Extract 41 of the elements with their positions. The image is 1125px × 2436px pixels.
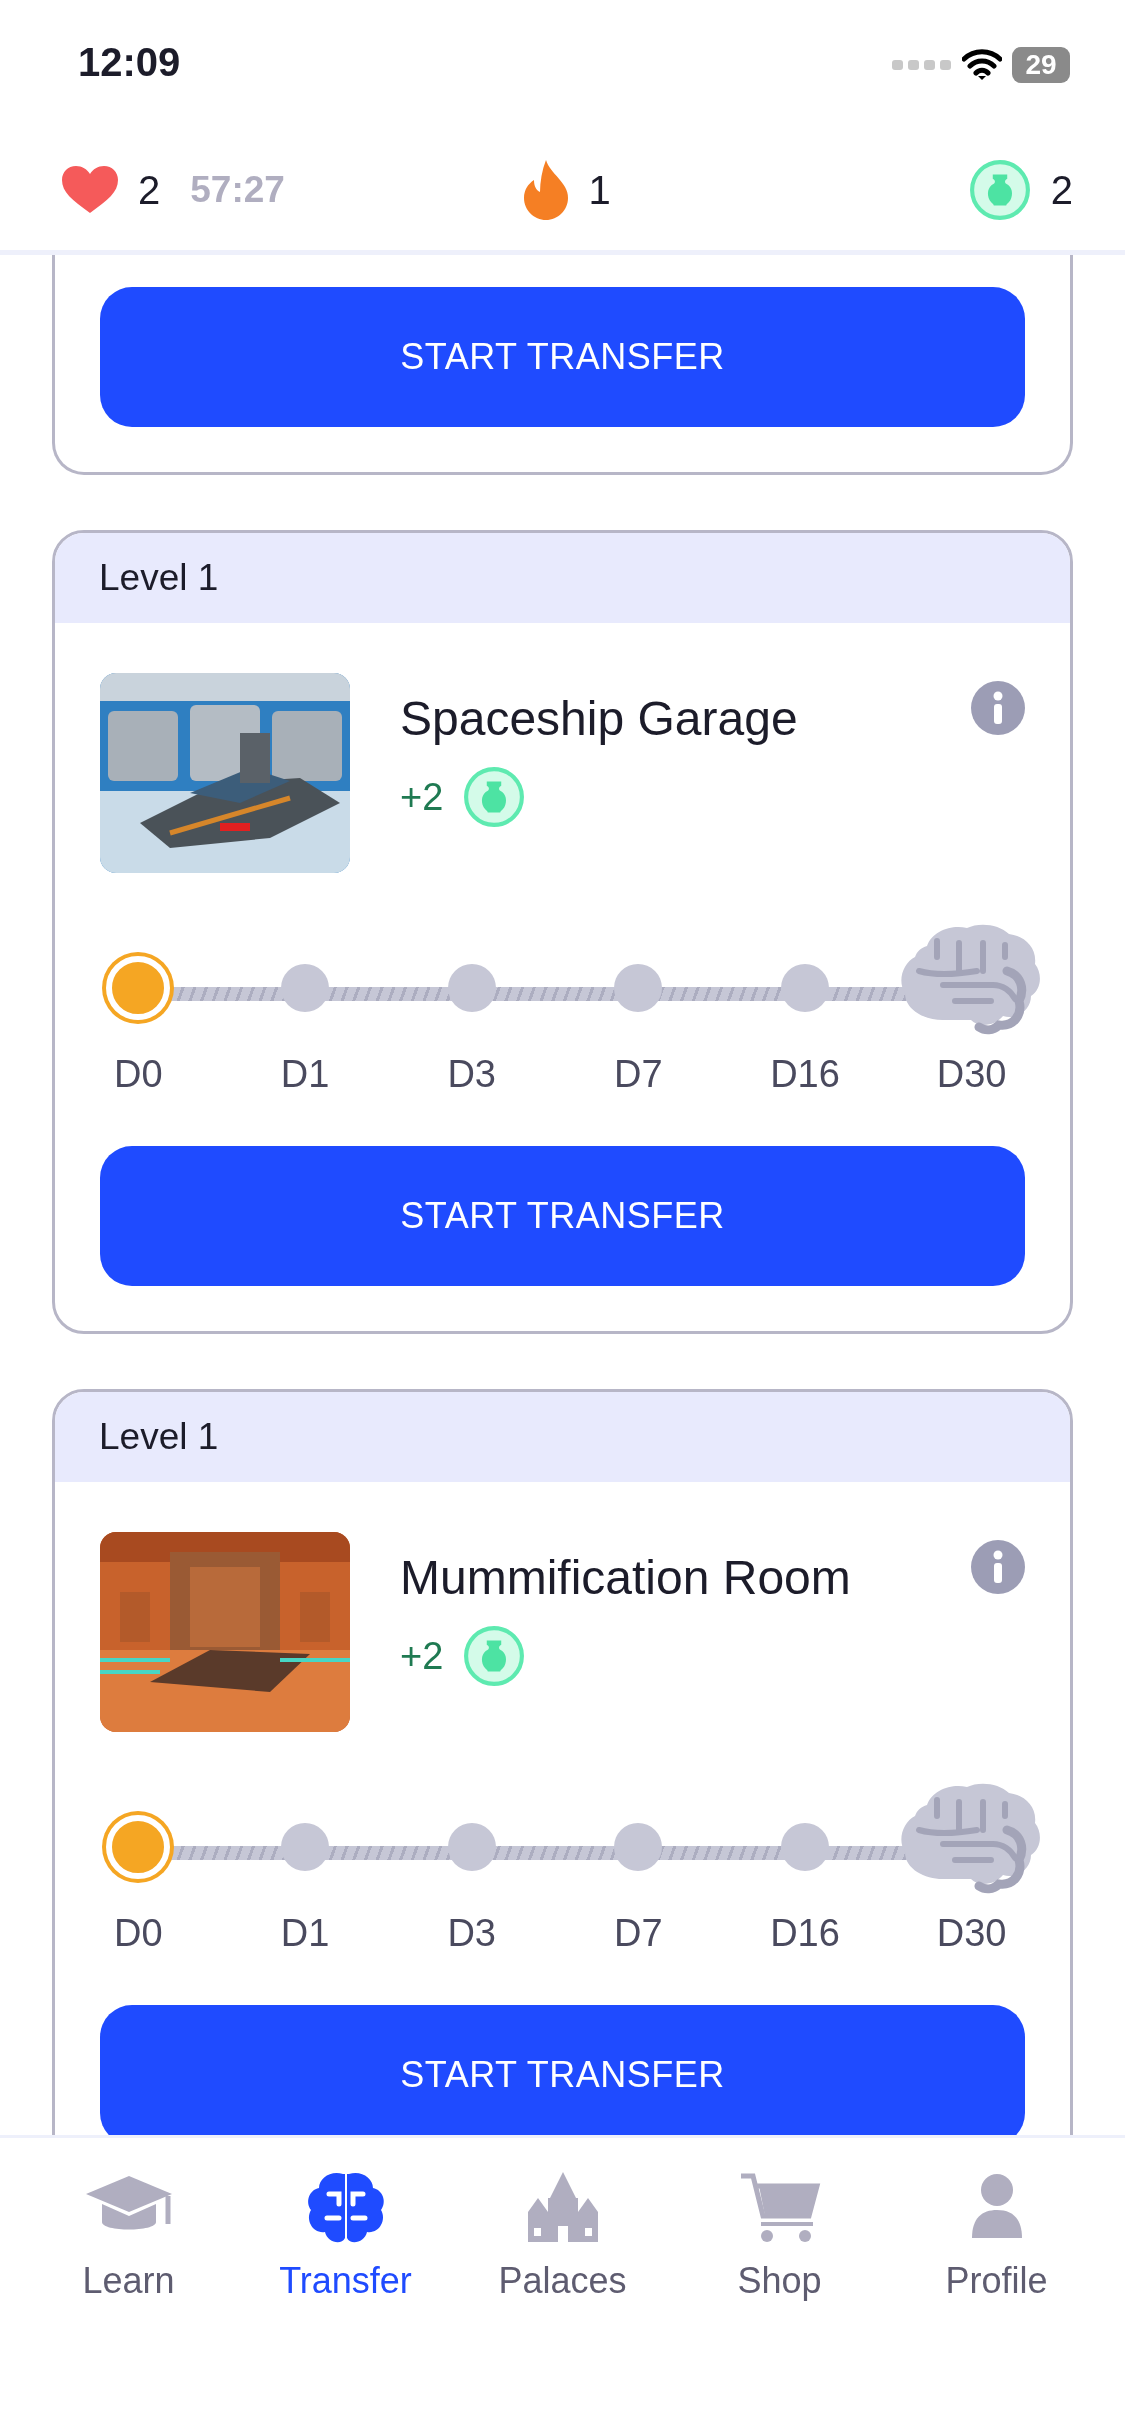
- level-label: Level 1: [99, 557, 219, 599]
- milestone-label: D1: [280, 1053, 330, 1096]
- info-icon[interactable]: [971, 1540, 1025, 1594]
- start-transfer-button[interactable]: START TRANSFER: [100, 1146, 1025, 1286]
- wifi-icon: [962, 49, 1002, 81]
- status-time: 12:09: [78, 39, 181, 85]
- level-label: Level 1: [99, 1416, 219, 1458]
- milestone-label: D3: [447, 1053, 496, 1096]
- nav-tab[interactable]: Transfer: [255, 2168, 436, 2436]
- reward-amount: +2: [400, 775, 444, 819]
- milestone-label: D3: [447, 1912, 496, 1955]
- gem-count: 2: [1050, 167, 1073, 213]
- battery-icon: 29: [1012, 47, 1070, 83]
- streak-count: 1: [588, 167, 611, 213]
- milestone-label: D1: [280, 1912, 330, 1955]
- milestone-label: D0: [114, 1912, 163, 1955]
- milestone-label: D7: [614, 1912, 663, 1955]
- milestone-label: D16: [770, 1912, 840, 1955]
- lives-count: 2: [138, 167, 161, 213]
- start-transfer-button[interactable]: START TRANSFER: [100, 2005, 1025, 2135]
- nav-tab[interactable]: Learn: [38, 2168, 219, 2436]
- flame-icon: [524, 160, 569, 220]
- milestone-label: D0: [114, 1053, 163, 1096]
- info-icon[interactable]: [971, 681, 1025, 735]
- nav-tab[interactable]: Palaces: [472, 2168, 653, 2436]
- milestone-label: D30: [936, 1053, 1007, 1096]
- vase-icon: [463, 1625, 526, 1687]
- milestone-label: D30: [936, 1912, 1007, 1955]
- vase-icon: [968, 159, 1031, 221]
- vase-icon: [463, 766, 526, 828]
- start-transfer-button[interactable]: START TRANSFER: [100, 287, 1025, 427]
- nav-tab[interactable]: Shop: [689, 2168, 870, 2436]
- milestone-label: D7: [614, 1053, 663, 1096]
- signal-icon: [892, 59, 952, 71]
- reward-amount: +2: [400, 1634, 444, 1678]
- lives-timer: 57:27: [190, 169, 285, 211]
- room-title: Spaceship Garage: [400, 691, 799, 746]
- milestone-label: D16: [770, 1053, 840, 1096]
- nav-tab[interactable]: Profile: [906, 2168, 1087, 2436]
- room-title: Mummification Room: [400, 1550, 852, 1605]
- heart-icon: [62, 166, 118, 214]
